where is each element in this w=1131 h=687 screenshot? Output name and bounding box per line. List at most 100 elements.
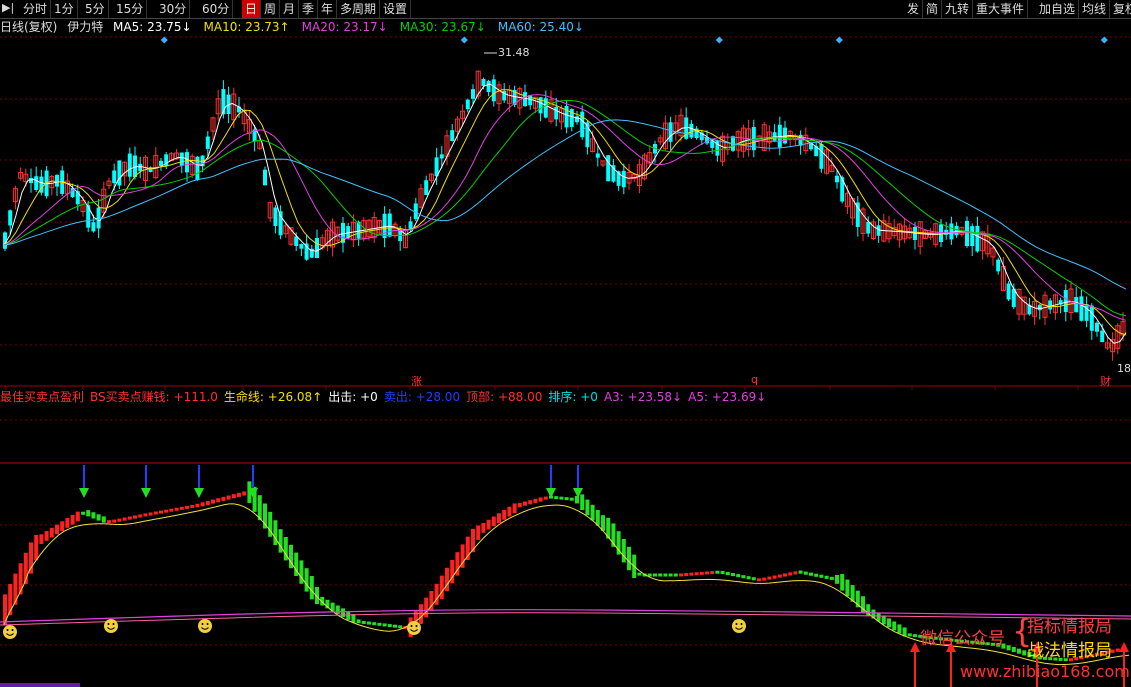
smiley-eye bbox=[11, 629, 14, 631]
indicator-bar bbox=[777, 574, 782, 578]
candle-body bbox=[1079, 296, 1084, 321]
indicator-bar bbox=[627, 546, 631, 571]
indicator-bar bbox=[138, 514, 143, 518]
indicator-bar bbox=[205, 500, 210, 505]
indicator-bar bbox=[86, 510, 91, 517]
candle-body bbox=[1006, 283, 1011, 300]
indicator-bar bbox=[653, 573, 657, 577]
candle-body bbox=[465, 99, 470, 110]
indicator-bar bbox=[200, 502, 205, 507]
indicator-bar bbox=[382, 623, 387, 627]
indicator-bar bbox=[387, 624, 392, 628]
indicator-bar bbox=[673, 573, 678, 577]
candle-body bbox=[835, 175, 839, 183]
indicator-bar bbox=[341, 608, 345, 617]
smiley-icon bbox=[3, 625, 17, 639]
indicator-bar bbox=[543, 496, 548, 500]
candle-body bbox=[278, 211, 283, 236]
candle-body bbox=[263, 169, 267, 186]
smiley-eye bbox=[107, 623, 110, 625]
indicator-bar bbox=[824, 575, 829, 579]
indicator-bar bbox=[715, 570, 720, 574]
smiley-icon bbox=[104, 619, 118, 633]
candle-body bbox=[179, 152, 184, 166]
indicator-bar bbox=[819, 574, 824, 578]
event-mark-zhang[interactable]: 涨 bbox=[411, 373, 422, 389]
indicator-bar bbox=[377, 622, 382, 626]
indicator-bar bbox=[757, 578, 761, 582]
indicator-bar bbox=[720, 570, 725, 575]
indicator-bar bbox=[892, 621, 897, 631]
indicator-bar bbox=[668, 573, 673, 577]
indicator-bar bbox=[538, 497, 543, 502]
indicator-bar bbox=[528, 500, 533, 505]
indicator-bar bbox=[637, 572, 642, 576]
candle-body bbox=[195, 156, 200, 181]
indicator-bar bbox=[533, 498, 538, 503]
indicator-bar bbox=[887, 618, 891, 628]
indicator-bar bbox=[75, 511, 80, 522]
indicator-bar bbox=[346, 611, 351, 620]
indicator-bar bbox=[689, 572, 694, 576]
candle-body bbox=[424, 180, 429, 195]
indicator-bar bbox=[590, 504, 595, 521]
indicator-bar bbox=[580, 494, 585, 510]
indicator-bar bbox=[29, 542, 33, 574]
candle-body bbox=[819, 144, 824, 169]
indicator-bar bbox=[179, 506, 184, 510]
indicator-bar bbox=[512, 503, 517, 514]
candle-body bbox=[1063, 290, 1068, 313]
indicator-bar bbox=[803, 571, 808, 575]
indicator-bar bbox=[835, 574, 839, 584]
candle-body bbox=[138, 163, 143, 172]
candle-body bbox=[439, 154, 444, 159]
indicator-bar bbox=[845, 579, 850, 597]
indicator-bar bbox=[476, 525, 481, 540]
candle-body bbox=[205, 136, 210, 149]
indicator-bar bbox=[127, 516, 132, 520]
indicator-bar bbox=[445, 567, 449, 592]
indicator-bar bbox=[216, 498, 221, 503]
event-mark-cai[interactable]: 财 bbox=[1100, 373, 1111, 389]
indicator-bar bbox=[169, 508, 174, 512]
indicator-bar bbox=[3, 594, 7, 626]
candle-body bbox=[299, 244, 304, 249]
candle-body bbox=[975, 225, 980, 252]
indicator-bar bbox=[783, 573, 787, 577]
indicator-bar bbox=[731, 573, 735, 577]
indicator-bar bbox=[564, 497, 569, 501]
indicator-bar bbox=[361, 620, 366, 624]
indicator-bar bbox=[507, 506, 512, 517]
indicator-bar bbox=[226, 495, 231, 500]
indicator-bar bbox=[44, 531, 49, 541]
candle-body bbox=[382, 213, 387, 239]
indicator-bar bbox=[34, 534, 39, 561]
indicator-bar bbox=[736, 574, 741, 578]
candle-body bbox=[273, 207, 278, 226]
scroll-thumb[interactable] bbox=[0, 683, 80, 687]
indicator-bar bbox=[601, 515, 605, 531]
smiley-eye bbox=[740, 623, 743, 625]
indicator-bar bbox=[70, 514, 75, 525]
smiley-eye bbox=[735, 623, 738, 625]
indicator-bar bbox=[351, 614, 356, 623]
indicator-bar bbox=[185, 505, 189, 509]
indicator-bar bbox=[569, 497, 574, 501]
indicator-bar bbox=[881, 615, 886, 625]
indicator-bar bbox=[190, 504, 195, 508]
indicator-bar bbox=[49, 527, 54, 538]
indicator-bar bbox=[195, 503, 200, 508]
kline-chart[interactable] bbox=[0, 0, 1131, 687]
indicator-bar bbox=[335, 605, 340, 615]
sell-arrow-icon bbox=[79, 488, 89, 498]
indicator-bar bbox=[907, 633, 912, 637]
candle-body bbox=[554, 106, 559, 120]
candle-body bbox=[471, 89, 475, 99]
indicator-bar bbox=[231, 494, 236, 499]
candle-body bbox=[1074, 297, 1079, 313]
indicator-bar bbox=[840, 574, 845, 591]
event-mark-q[interactable]: q bbox=[751, 373, 758, 386]
candle-body bbox=[117, 160, 122, 186]
ma-line-4 bbox=[3, 119, 1127, 290]
candle-body bbox=[486, 80, 491, 93]
